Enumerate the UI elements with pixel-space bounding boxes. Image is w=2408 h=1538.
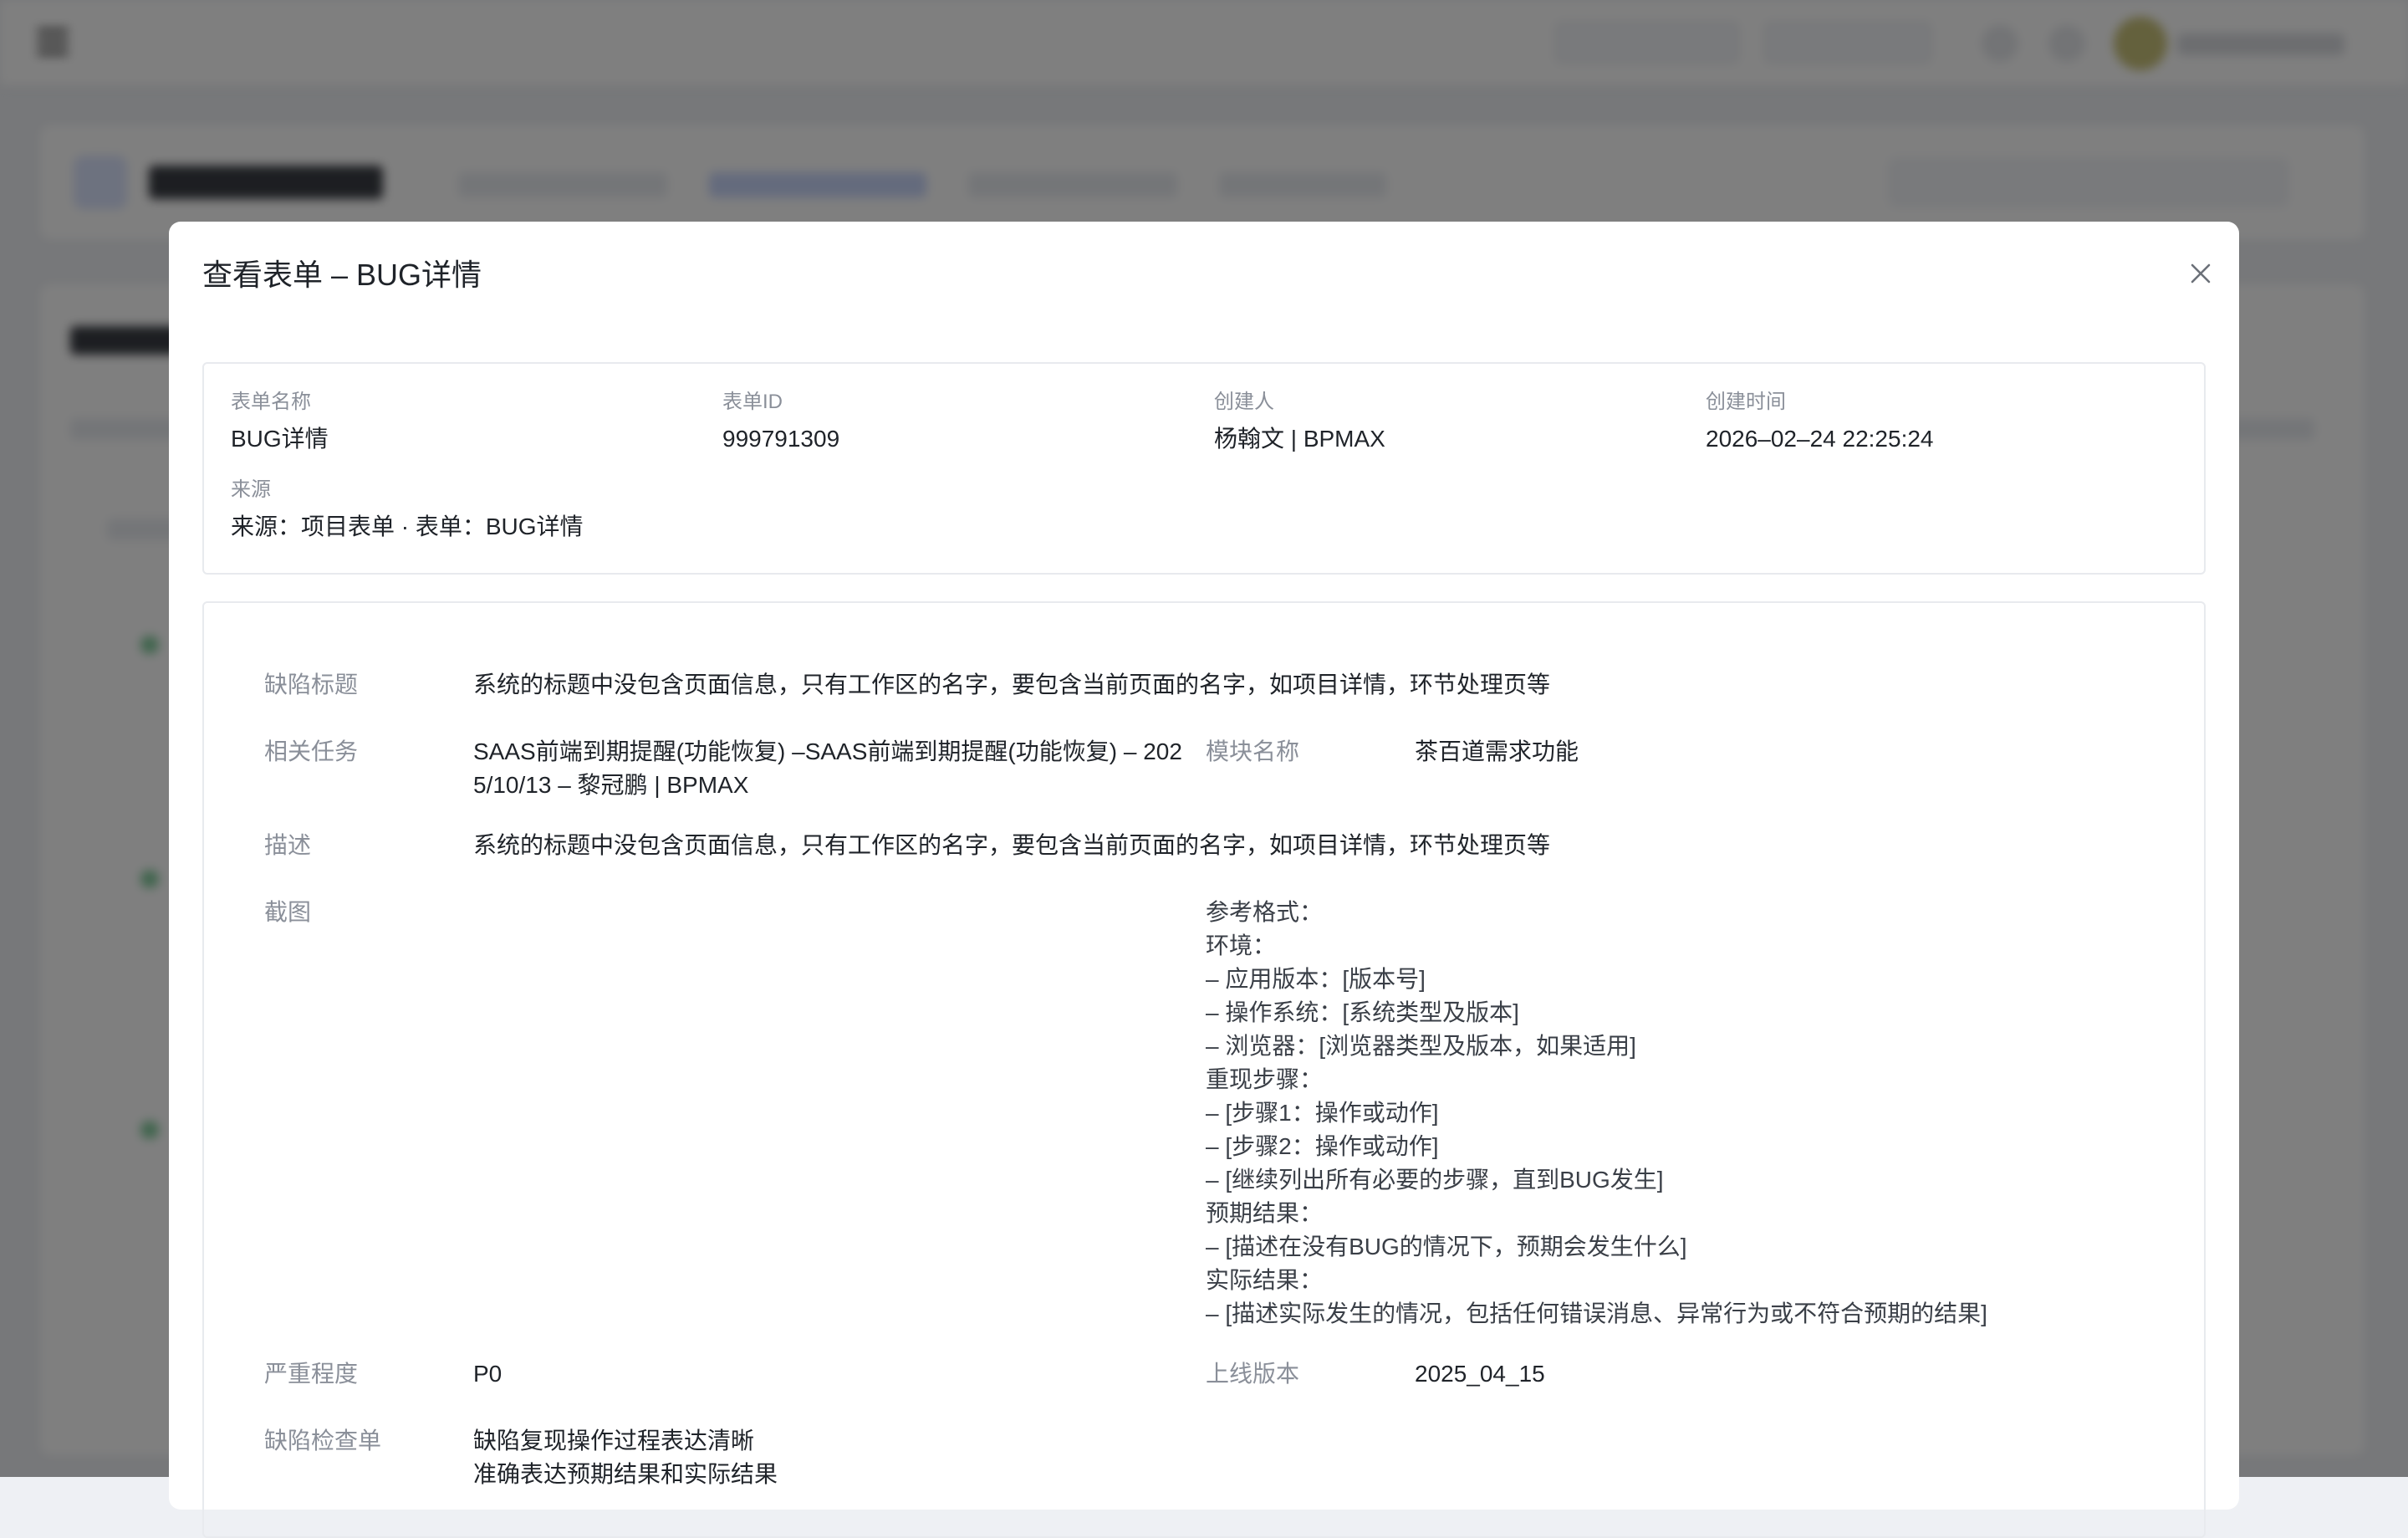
checklist-line: 缺陷复现操作过程表达清晰: [473, 1428, 755, 1454]
meta-form-id-label: 表单ID: [722, 391, 783, 413]
meta-form-name-value: BUG详情: [231, 426, 329, 452]
checklist-label: 缺陷检查单: [264, 1428, 382, 1454]
reference-format-line: – 应用版本：[版本号]: [1206, 966, 1426, 992]
reference-format-line: – [描述在没有BUG的情况下，预期会发生什么]: [1206, 1234, 1687, 1260]
related-task-line: SAAS前端到期提醒(功能恢复) –SAAS前端到期提醒(功能恢复) – 202: [473, 738, 1182, 764]
meta-form-name-label: 表单名称: [231, 391, 311, 413]
meta-source-label: 来源: [231, 478, 271, 501]
reference-format-line: – 浏览器：[浏览器类型及版本，如果适用]: [1206, 1033, 1636, 1059]
reference-format-line: 参考格式：: [1206, 899, 1324, 925]
modal-title: 查看表单 – BUG详情: [202, 258, 482, 292]
defect-title-label: 缺陷标题: [264, 672, 359, 697]
meta-created-time-label: 创建时间: [1706, 391, 1786, 413]
view-form-modal: 查看表单 – BUG详情 表单名称 BUG详情 表单ID 999791309 创…: [169, 222, 2239, 1538]
severity-label: 严重程度: [264, 1361, 359, 1387]
reference-format-line: 实际结果：: [1206, 1267, 1324, 1293]
meta-form-id: 表单ID 999791309: [722, 389, 839, 456]
form-meta-card: 表单名称 BUG详情 表单ID 999791309 创建人 杨翰文 | BPMA…: [202, 362, 2206, 575]
reference-format-line: – [步骤2：操作或动作]: [1206, 1133, 1439, 1159]
reference-format-line: – [步骤1：操作或动作]: [1206, 1100, 1439, 1126]
meta-created-time-value: 2026–02–24 22:25:24: [1706, 426, 1934, 452]
meta-created-time: 创建时间 2026–02–24 22:25:24: [1706, 389, 1934, 456]
related-task-line: 5/10/13 – 黎冠鹏 | BPMAX: [473, 772, 749, 798]
reference-format-line: 重现步骤：: [1206, 1066, 1324, 1092]
meta-creator: 创建人 杨翰文 | BPMAX: [1214, 389, 1385, 456]
meta-creator-value: 杨翰文 | BPMAX: [1214, 426, 1385, 452]
checklist-value: 缺陷复现操作过程表达清晰 准确表达预期结果和实际结果: [473, 1424, 778, 1491]
reference-format-line: – [描述实际发生的情况，包括任何错误消息、异常行为或不符合预期的结果]: [1206, 1300, 1987, 1326]
meta-source-value: 来源：项目表单 · 表单：BUG详情: [231, 514, 584, 539]
close-icon: [2191, 263, 2211, 284]
module-label: 模块名称: [1206, 738, 1300, 764]
meta-source: 来源 来源：项目表单 · 表单：BUG详情: [231, 477, 584, 544]
reference-format-text: 参考格式： 环境： – 应用版本：[版本号] – 操作系统：[系统类型及版本] – 浏览…: [1206, 896, 1987, 1331]
defect-title-value: 系统的标题中没包含页面信息，只有工作区的名字，要包含当前页面的名字，如项目详情，…: [473, 672, 1551, 697]
checklist-line: 准确表达预期结果和实际结果: [473, 1461, 778, 1487]
reference-format-line: – 操作系统：[系统类型及版本]: [1206, 999, 1519, 1025]
meta-form-name: 表单名称 BUG详情: [231, 389, 329, 456]
screenshot-label: 截图: [264, 899, 312, 925]
meta-form-id-value: 999791309: [722, 426, 840, 452]
related-task-label: 相关任务: [264, 738, 359, 764]
reference-format-line: 预期结果：: [1206, 1200, 1324, 1226]
description-value: 系统的标题中没包含页面信息，只有工作区的名字，要包含当前页面的名字，如项目详情，…: [473, 832, 1551, 858]
form-detail-card: 缺陷标题 系统的标题中没包含页面信息，只有工作区的名字，要包含当前页面的名字，如…: [202, 601, 2206, 1538]
meta-creator-label: 创建人: [1214, 391, 1274, 413]
related-task-value: SAAS前端到期提醒(功能恢复) –SAAS前端到期提醒(功能恢复) – 202…: [473, 735, 1182, 802]
reference-format-line: 环境：: [1206, 933, 1277, 958]
release-value: 2025_04_15: [1415, 1361, 1545, 1387]
description-label: 描述: [264, 832, 312, 858]
severity-value: P0: [473, 1361, 503, 1387]
module-value: 茶百道需求功能: [1415, 738, 1579, 764]
release-label: 上线版本: [1206, 1361, 1300, 1387]
reference-format-line: – [继续列出所有必要的步骤，直到BUG发生]: [1206, 1167, 1664, 1193]
close-button[interactable]: [2182, 255, 2219, 292]
